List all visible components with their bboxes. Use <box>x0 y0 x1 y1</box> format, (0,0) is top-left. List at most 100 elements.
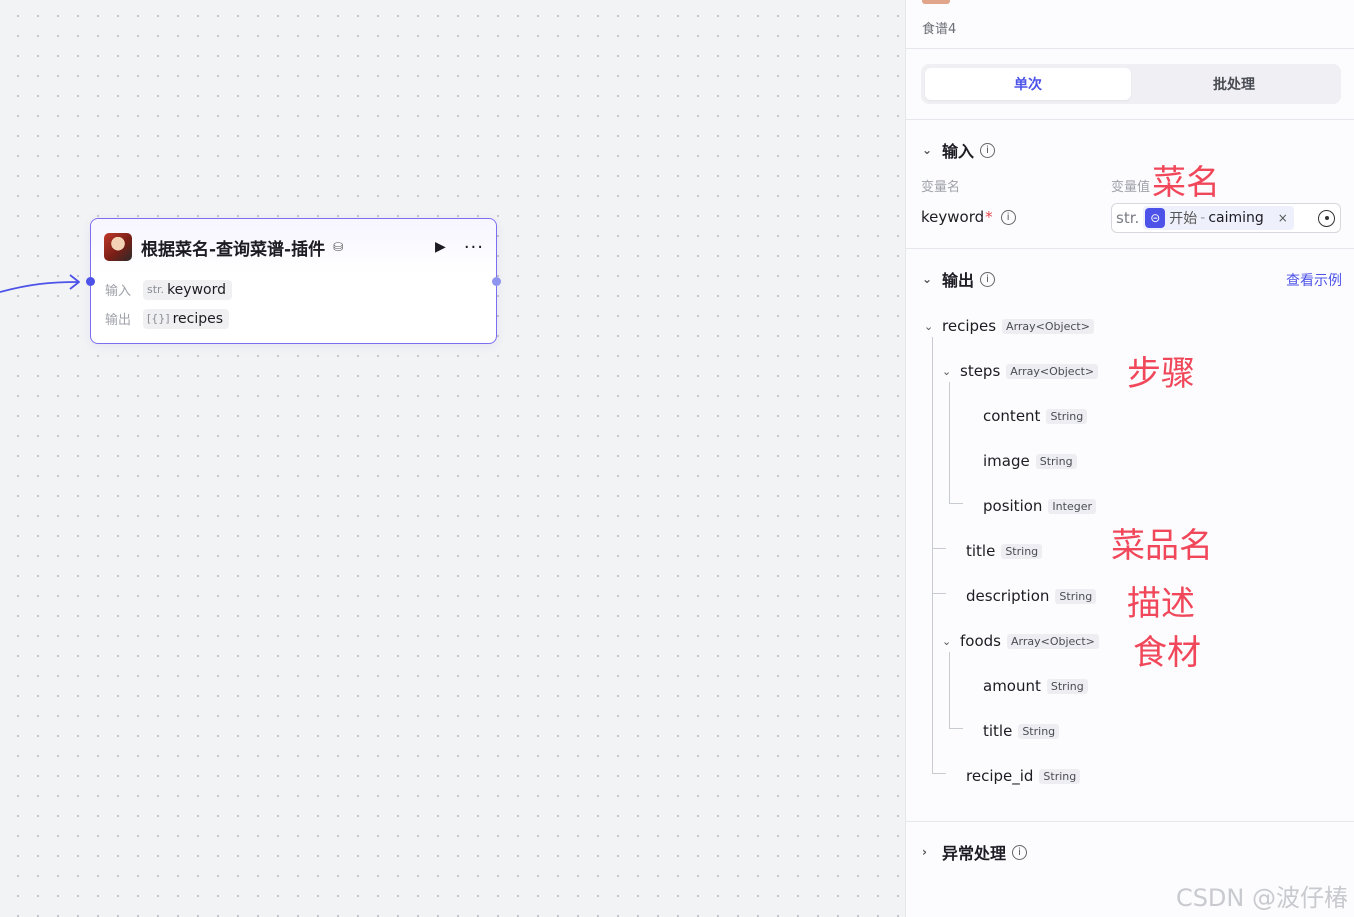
node-input-param-name: keyword <box>167 281 226 298</box>
annotation-description: 描述 <box>1127 584 1195 624</box>
tree-row[interactable]: ⌄ foods Array<Object> <box>942 632 1099 650</box>
field-type-badge: String <box>1055 588 1097 604</box>
view-example-link[interactable]: 查看示例 <box>1286 270 1342 290</box>
tree-guide <box>932 337 933 773</box>
divider <box>906 48 1354 49</box>
field-type-badge: Integer <box>1048 498 1096 514</box>
annotation-caiming: 菜名 <box>1152 163 1220 203</box>
plugin-description: 食谱4 <box>922 22 957 37</box>
node-output-param-name: recipes <box>172 310 224 327</box>
chevron-down-icon: ⌄ <box>922 272 933 286</box>
tree-guide <box>949 382 950 503</box>
column-variable-value: 变量值 <box>1111 180 1151 195</box>
annotation-dish-name: 菜品名 <box>1111 526 1213 566</box>
plugin-avatar <box>104 233 132 261</box>
tree-row: title String <box>966 542 1043 560</box>
output-port[interactable] <box>492 277 501 286</box>
field-name: foods <box>960 632 1001 650</box>
variable-reference-chip[interactable]: ⊝ 开始 - caiming × <box>1143 206 1294 230</box>
tree-row: amount String <box>983 677 1088 695</box>
field-type-badge: Array<Object> <box>1006 633 1099 649</box>
field-name: steps <box>960 362 1001 380</box>
output-section-header[interactable]: ⌄ 输出 i <box>922 267 996 291</box>
field-name: position <box>983 497 1043 515</box>
field-name: recipes <box>942 317 997 335</box>
field-type-badge: Array<Object> <box>1006 363 1099 379</box>
reference-source: 开始 <box>1169 211 1198 227</box>
tree-row: content String <box>983 407 1088 425</box>
divider <box>906 248 1354 249</box>
chevron-down-icon[interactable]: ⌄ <box>942 635 960 648</box>
tree-row: image String <box>983 452 1077 470</box>
watermark: CSDN @波仔椿 <box>1175 884 1348 912</box>
tree-row: description String <box>966 587 1097 605</box>
array-object-type-icon: [{}] <box>147 312 170 325</box>
info-icon[interactable]: i <box>980 271 996 287</box>
more-icon[interactable]: ··· <box>464 237 484 258</box>
clear-icon[interactable]: × <box>1278 211 1288 225</box>
reference-separator: - <box>1200 210 1206 226</box>
node-output-param: [{}] recipes <box>143 308 230 329</box>
reference-variable: caiming <box>1208 210 1264 226</box>
info-icon[interactable]: i <box>1000 209 1016 225</box>
mode-switch: 单次 批处理 <box>921 64 1341 104</box>
start-node-icon: ⊝ <box>1145 208 1166 228</box>
input-port[interactable] <box>86 277 95 286</box>
input-section-header[interactable]: ⌄ 输入 i <box>922 138 996 162</box>
exception-section-title: 异常处理 <box>942 844 1007 863</box>
tree-guide <box>932 773 946 774</box>
chevron-right-icon: › <box>922 845 927 859</box>
node-title: 根据菜名-查询菜谱-插件 <box>141 239 326 260</box>
annotation-steps: 步骤 <box>1127 354 1195 394</box>
node-input-label: 输入 <box>105 284 132 299</box>
node-output-row: 输出 [{}] recipes <box>91 304 496 333</box>
field-type-badge: Array<Object> <box>1002 318 1094 334</box>
keyword-value-field[interactable]: str. ⊝ 开始 - caiming × <box>1111 203 1341 233</box>
plugin-thumbnail <box>922 0 950 4</box>
divider <box>906 119 1354 120</box>
tree-guide <box>949 652 950 728</box>
tree-row: position Integer <box>983 497 1096 515</box>
chevron-down-icon: ⌄ <box>922 143 933 157</box>
tree-row[interactable]: ⌄ steps Array<Object> <box>942 362 1099 380</box>
chevron-down-icon[interactable]: ⌄ <box>924 320 942 333</box>
workflow-canvas[interactable]: 根据菜名-查询菜谱-插件 ⛁ ▶ ··· 输入 str. keyword 输出 … <box>0 0 905 917</box>
tab-batch[interactable]: 批处理 <box>1131 68 1337 100</box>
field-name: title <box>966 542 996 560</box>
chevron-down-icon[interactable]: ⌄ <box>942 365 960 378</box>
field-type-badge: String <box>1046 408 1088 424</box>
field-type-badge: String <box>1046 678 1088 694</box>
divider <box>906 821 1354 822</box>
plugin-icon: ⛁ <box>333 240 344 254</box>
param-keyword-label: keyword <box>921 208 985 226</box>
node-input-param: str. keyword <box>143 279 232 300</box>
required-mark: * <box>985 208 993 226</box>
string-type-icon: str. <box>1116 209 1140 227</box>
field-type-badge: String <box>1018 723 1060 739</box>
tree-row: title String <box>983 722 1060 740</box>
exception-section-header[interactable]: › 异常处理 i <box>922 840 1028 864</box>
node-input-row: 输入 str. keyword <box>91 275 496 304</box>
tree-guide <box>949 728 963 729</box>
tree-row[interactable]: ⌄ recipes Array<Object> <box>924 317 1094 335</box>
field-name: amount <box>983 677 1041 695</box>
run-icon[interactable]: ▶ <box>435 239 446 255</box>
tree-guide <box>932 548 946 549</box>
connection-edge <box>0 274 80 293</box>
input-section-title: 输入 <box>942 142 975 161</box>
field-name: title <box>983 722 1013 740</box>
tab-single[interactable]: 单次 <box>925 68 1131 100</box>
node-output-label: 输出 <box>105 313 132 328</box>
info-icon[interactable]: i <box>1012 844 1028 860</box>
field-name: content <box>983 407 1041 425</box>
tree-row: recipe_id String <box>966 767 1081 785</box>
annotation-ingredients: 食材 <box>1133 633 1201 673</box>
field-type-badge: String <box>1039 768 1081 784</box>
variable-picker-icon[interactable] <box>1318 209 1335 227</box>
field-name: description <box>966 587 1050 605</box>
info-icon[interactable]: i <box>980 142 996 158</box>
node-config-panel: 食谱4 单次 批处理 ⌄ 输入 i 变量名 变量值 keyword * i st… <box>905 0 1354 917</box>
plugin-node[interactable]: 根据菜名-查询菜谱-插件 ⛁ ▶ ··· 输入 str. keyword 输出 … <box>86 218 501 344</box>
param-keyword: keyword * i <box>921 208 1016 226</box>
column-variable-name: 变量名 <box>921 180 961 195</box>
